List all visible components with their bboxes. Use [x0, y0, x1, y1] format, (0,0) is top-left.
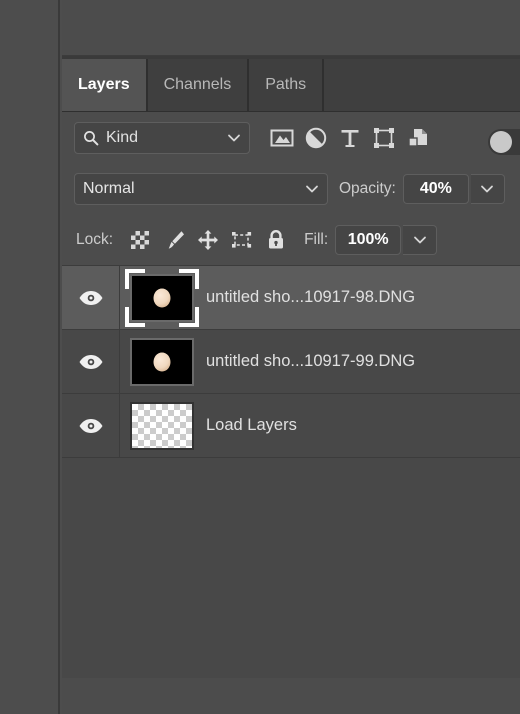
- panel-tab-bar: Layers Channels Paths: [62, 59, 520, 112]
- tab-paths[interactable]: Paths: [249, 59, 325, 111]
- lock-transparent-pixels-button[interactable]: [123, 225, 157, 255]
- lock-position-button[interactable]: [191, 225, 225, 255]
- tab-layers-label: Layers: [78, 76, 130, 93]
- opacity-stepper[interactable]: [470, 174, 505, 204]
- filter-enable-toggle[interactable]: [488, 129, 520, 155]
- layer-thumbnail-cell[interactable]: [120, 330, 204, 393]
- blend-mode-dropdown[interactable]: Normal: [74, 173, 328, 205]
- fill-value: 100%: [347, 230, 389, 248]
- padlock-icon: [266, 229, 286, 251]
- toggle-knob: [490, 131, 512, 153]
- smart-object-icon: [407, 127, 429, 149]
- tab-layers[interactable]: Layers: [62, 59, 148, 111]
- blend-mode-row: Normal Opacity: 40%: [62, 164, 520, 214]
- artboard-icon: [231, 229, 253, 251]
- layer-thumbnail: [130, 273, 194, 322]
- layer-name[interactable]: untitled sho...10917-98.DNG: [204, 288, 415, 307]
- layer-visibility-toggle[interactable]: [62, 266, 120, 329]
- chevron-down-icon: [413, 235, 427, 245]
- chevron-down-icon: [305, 184, 319, 194]
- checkerboard-icon: [129, 229, 151, 251]
- eye-icon: [78, 354, 104, 370]
- moon-image: [153, 352, 171, 371]
- layer-thumbnail: [130, 401, 194, 450]
- blend-mode-value: Normal: [83, 180, 135, 197]
- filter-kind-label: Kind: [106, 129, 139, 146]
- chevron-down-icon: [227, 133, 241, 143]
- tab-bar-empty-space: [324, 59, 520, 111]
- tab-channels-label: Channels: [163, 76, 232, 93]
- photoshop-layers-panel-window: Layers Channels Paths Kind Normal Opacit…: [0, 0, 520, 714]
- layer-list-empty-area: [62, 458, 520, 678]
- search-icon: [83, 130, 99, 146]
- opacity-value: 40%: [419, 180, 452, 197]
- filter-smart-objects-button[interactable]: [401, 122, 435, 154]
- image-icon: [270, 128, 294, 148]
- filter-type-buttons: [265, 122, 435, 154]
- half-circle-icon: [305, 127, 327, 149]
- layer-thumbnail-cell[interactable]: [120, 394, 204, 457]
- filter-pixel-layers-button[interactable]: [265, 122, 299, 154]
- move-arrows-icon: [197, 229, 219, 251]
- paintbrush-icon: [163, 229, 185, 251]
- upper-collapsed-panel: [62, 0, 520, 56]
- table-row[interactable]: untitled sho...10917-99.DNG: [62, 330, 520, 394]
- eye-icon: [78, 418, 104, 434]
- lock-row: Lock: Fill: 100%: [62, 214, 520, 266]
- filter-kind-dropdown[interactable]: Kind: [74, 122, 250, 154]
- layer-thumbnail: [130, 337, 194, 386]
- table-row[interactable]: untitled sho...10917-98.DNG: [62, 266, 520, 330]
- lock-image-pixels-button[interactable]: [157, 225, 191, 255]
- opacity-input[interactable]: 40%: [402, 174, 469, 204]
- moon-image: [153, 288, 171, 307]
- filter-shape-layers-button[interactable]: [367, 122, 401, 154]
- lock-label: Lock:: [76, 230, 114, 248]
- fill-stepper[interactable]: [403, 224, 438, 255]
- eye-icon: [78, 290, 104, 306]
- lock-artboard-nesting-button[interactable]: [225, 225, 259, 255]
- layers-panel: Layers Channels Paths Kind Normal Opacit…: [62, 59, 520, 714]
- layer-list: untitled sho...10917-98.DNG untitled sho…: [62, 266, 520, 678]
- chevron-down-icon: [480, 184, 494, 194]
- layer-thumbnail-cell[interactable]: [120, 266, 204, 329]
- layer-filter-row: Kind: [62, 112, 520, 164]
- shape-icon: [373, 127, 395, 149]
- layer-visibility-toggle[interactable]: [62, 394, 120, 457]
- type-icon: [340, 128, 360, 149]
- tab-channels[interactable]: Channels: [147, 59, 250, 111]
- lock-all-button[interactable]: [259, 225, 293, 255]
- table-row[interactable]: Load Layers: [62, 394, 520, 458]
- layer-name[interactable]: Load Layers: [204, 416, 297, 435]
- left-dock-strip: [0, 0, 60, 714]
- fill-label: Fill:: [304, 230, 329, 248]
- filter-adjustment-layers-button[interactable]: [299, 122, 333, 154]
- tab-paths-label: Paths: [265, 76, 307, 93]
- filter-type-layers-button[interactable]: [333, 122, 367, 154]
- opacity-label: Opacity:: [339, 180, 396, 197]
- layer-name[interactable]: untitled sho...10917-99.DNG: [204, 352, 415, 371]
- fill-input[interactable]: 100%: [335, 224, 402, 255]
- layer-visibility-toggle[interactable]: [62, 330, 120, 393]
